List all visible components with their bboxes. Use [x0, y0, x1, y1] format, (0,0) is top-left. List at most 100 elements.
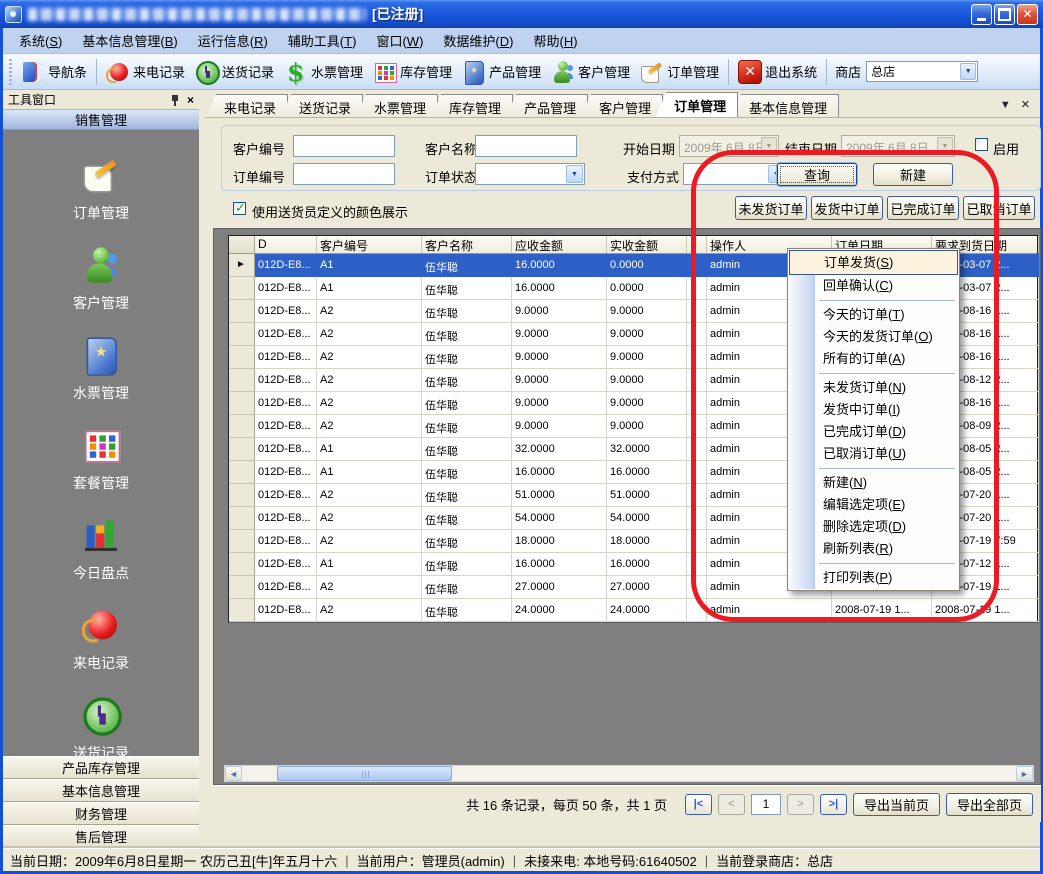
close-button[interactable] — [1017, 4, 1038, 25]
color-option-checkbox[interactable] — [233, 202, 246, 215]
context-menu-item-edit-selected[interactable]: 编辑选定项(E) — [789, 494, 958, 516]
context-menu-item-todays-orders[interactable]: 今天的订单(T) — [789, 304, 958, 326]
context-menu-item-unshipped-orders[interactable]: 未发货订单(N) — [789, 377, 958, 399]
cancelled-orders-button[interactable]: 已取消订单 — [963, 196, 1035, 220]
toolbar-button-delivery-records[interactable]: 送货记录 — [190, 58, 279, 86]
sidebar-section-bar[interactable]: 财务管理 — [3, 802, 199, 825]
clock-icon — [195, 60, 219, 84]
horizontal-scrollbar[interactable]: ◄ ► — [224, 765, 1034, 782]
sidebar-item-today-stocktake[interactable]: 今日盘点 — [73, 514, 129, 583]
last-page-button[interactable]: >| — [820, 794, 847, 815]
tab-送货记录[interactable]: 送货记录 — [281, 94, 363, 117]
shop-select[interactable]: 总店 — [866, 61, 978, 82]
tab-list-dropdown-icon[interactable]: ▼ — [1000, 99, 1011, 111]
column-header-blank[interactable] — [687, 236, 707, 253]
query-button[interactable]: 查询 — [777, 163, 857, 186]
toolbar-button-incoming-calls[interactable]: 来电记录 — [101, 58, 190, 86]
context-menu-item-new[interactable]: 新建(N) — [789, 472, 958, 494]
start-date-picker[interactable]: 2009年 6月 8日 — [679, 135, 779, 157]
completed-orders-button[interactable]: 已完成订单 — [887, 196, 959, 220]
pin-icon[interactable] — [169, 94, 181, 106]
new-button[interactable]: 新建 — [873, 163, 953, 186]
customer-name-input[interactable] — [475, 135, 577, 157]
sidebar-item-water-tickets[interactable]: 水票管理 — [73, 334, 129, 403]
next-page-button[interactable]: > — [787, 794, 814, 815]
tab-水票管理[interactable]: 水票管理 — [356, 94, 438, 117]
scroll-left-icon[interactable]: ◄ — [225, 766, 242, 781]
column-header-received[interactable]: 实收金额 — [607, 236, 687, 253]
menubar-item-help[interactable]: 帮助(H) — [523, 27, 587, 54]
context-menu-item-ship-order[interactable]: 订单发货(S) — [789, 250, 958, 275]
tab-来电记录[interactable]: 来电记录 — [206, 94, 288, 117]
sidebar-item-incoming-calls[interactable]: 来电记录 — [73, 604, 129, 673]
cell-cust_no: A1 — [317, 438, 422, 461]
maximize-button[interactable] — [994, 4, 1015, 25]
enable-checkbox[interactable] — [975, 138, 988, 151]
order-status-select[interactable] — [475, 163, 585, 185]
menubar-item-runtime-info[interactable]: 运行信息(R) — [188, 27, 278, 54]
context-menu-item-completed-orders[interactable]: 已完成订单(D) — [789, 421, 958, 443]
context-menu-item-confirm-receipt[interactable]: 回单确认(C) — [789, 275, 958, 297]
toolbar-button-customers[interactable]: 客户管理 — [546, 58, 635, 86]
prev-page-button[interactable]: < — [718, 794, 745, 815]
menubar-item-window[interactable]: 窗口(W) — [366, 27, 433, 54]
sidebar-item-orders[interactable]: 订单管理 — [73, 154, 129, 223]
column-header-cust_no[interactable]: 客户编号 — [317, 236, 422, 253]
menubar-item-aux-tools[interactable]: 辅助工具(T) — [278, 27, 367, 54]
sidebar-item-packages[interactable]: 套餐管理 — [73, 424, 129, 493]
menubar-item-system[interactable]: 系统(S) — [9, 27, 72, 54]
column-header-cust_name[interactable]: 客户名称 — [422, 236, 512, 253]
sidebar-section-bar[interactable]: 产品库存管理 — [3, 756, 199, 779]
cell-cust_no: A1 — [317, 277, 422, 300]
close-icon[interactable]: × — [187, 94, 194, 106]
tab-订单管理[interactable]: 订单管理 — [656, 92, 738, 117]
sidebar-section-bar[interactable]: 售后管理 — [3, 825, 199, 848]
column-header-id[interactable]: D — [255, 236, 317, 253]
scrollbar-thumb[interactable] — [277, 766, 452, 781]
context-menu-item-todays-shipped-orders[interactable]: 今天的发货订单(O) — [789, 326, 958, 348]
page-number-input[interactable] — [751, 794, 781, 815]
sidebar-item-delivery-records[interactable]: 送货记录 — [73, 694, 129, 756]
tab-库存管理[interactable]: 库存管理 — [431, 94, 513, 117]
export-all-pages-button[interactable]: 导出全部页 — [946, 793, 1033, 816]
context-menu-item-refresh-list[interactable]: 刷新列表(R) — [789, 538, 958, 560]
unshipped-orders-button[interactable]: 未发货订单 — [735, 196, 807, 220]
column-header-receivable[interactable]: 应收金额 — [512, 236, 607, 253]
context-menu-item-shipping-orders[interactable]: 发货中订单(I) — [789, 399, 958, 421]
menubar-item-data-maintenance[interactable]: 数据维护(D) — [433, 27, 523, 54]
row-selector-cell — [229, 346, 255, 369]
tool-window-header: 工具窗口 × — [3, 90, 199, 110]
tabstrip: 来电记录送货记录水票管理库存管理产品管理客户管理订单管理基本信息管理 ▼ ✕ — [205, 90, 1040, 118]
pay-method-select[interactable] — [683, 163, 787, 185]
end-date-picker[interactable]: 2009年 6月 8日 — [841, 135, 955, 157]
toolbar-button-exit[interactable]: 退出系统 — [733, 58, 822, 86]
toolbar-button-products[interactable]: 产品管理 — [457, 58, 546, 86]
table-row[interactable]: 012D-E8...A2伍华聪24.000024.0000admin2008-0… — [229, 599, 1037, 622]
toolbar-button-navbar[interactable]: 导航条 — [16, 58, 92, 86]
sidebar-item-customers[interactable]: 客户管理 — [73, 244, 129, 313]
shipping-orders-button[interactable]: 发货中订单 — [811, 196, 883, 220]
order-no-input[interactable] — [293, 163, 395, 185]
context-menu-item-print-list[interactable]: 打印列表(P) — [789, 567, 958, 589]
cell-cust_name: 伍华聪 — [422, 392, 512, 415]
toolbar-button-water-tickets[interactable]: 水票管理 — [279, 58, 368, 86]
export-current-page-button[interactable]: 导出当前页 — [853, 793, 940, 816]
tab-客户管理[interactable]: 客户管理 — [581, 94, 663, 117]
context-menu-item-delete-selected[interactable]: 删除选定项(D) — [789, 516, 958, 538]
toolbar-button-inventory[interactable]: 库存管理 — [368, 58, 457, 86]
sidebar-section-bar[interactable]: 基本信息管理 — [3, 779, 199, 802]
tab-基本信息管理[interactable]: 基本信息管理 — [731, 94, 839, 117]
sidebar-item-label: 来电记录 — [73, 653, 129, 673]
toolbar-button-label: 送货记录 — [222, 62, 274, 81]
toolbar-button-orders[interactable]: 订单管理 — [635, 58, 724, 86]
tab-close-icon[interactable]: ✕ — [1021, 98, 1030, 111]
cell-receivable: 27.0000 — [512, 576, 607, 599]
customer-no-input[interactable] — [293, 135, 395, 157]
scroll-right-icon[interactable]: ► — [1016, 766, 1033, 781]
context-menu-item-cancelled-orders[interactable]: 已取消订单(U) — [789, 443, 958, 465]
tab-产品管理[interactable]: 产品管理 — [506, 94, 588, 117]
first-page-button[interactable]: |< — [685, 794, 712, 815]
context-menu-item-all-orders[interactable]: 所有的订单(A) — [789, 348, 958, 370]
minimize-button[interactable] — [971, 4, 992, 25]
menubar-item-basic-info[interactable]: 基本信息管理(B) — [72, 27, 187, 54]
